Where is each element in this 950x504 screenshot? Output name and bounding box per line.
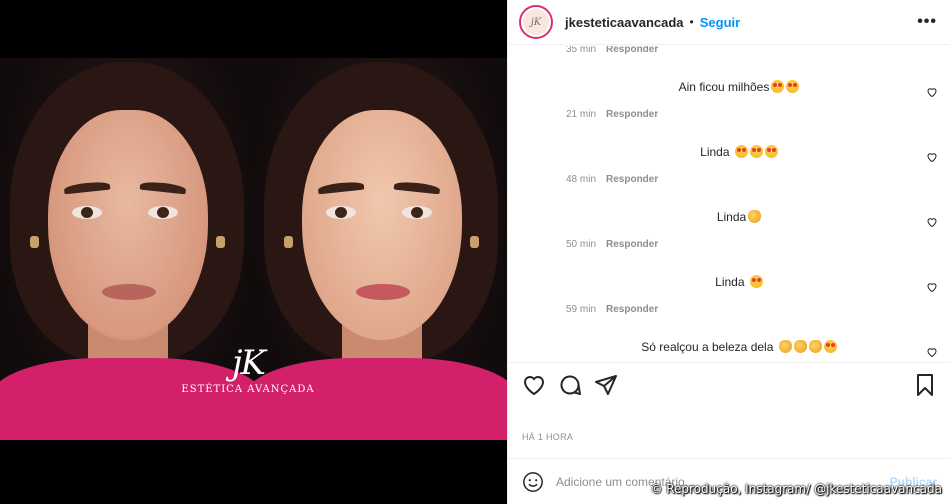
like-comment-heart-icon[interactable]	[926, 216, 938, 228]
logo-subtitle: ESTÉTICA AVANÇADA	[181, 384, 315, 395]
like-comment-heart-icon[interactable]	[926, 346, 938, 358]
comment-text: Linda	[564, 210, 914, 224]
comment-item: Linda 59 min Responder	[508, 269, 950, 334]
separator-dot: •	[689, 15, 694, 29]
comment-time: 50 min	[566, 239, 597, 250]
comment-item: Só realçou a beleza dela	[508, 334, 950, 361]
heart-icon[interactable]	[522, 373, 546, 397]
heart-eyes-emoji-icon	[786, 80, 800, 93]
comment-time: 21 min	[566, 109, 597, 120]
comment-meta: 59 min Responder	[566, 304, 658, 315]
heart-eyes-emoji-icon	[771, 80, 785, 93]
watermark-logo: jK ESTÉTICA AVANÇADA	[178, 344, 318, 408]
clap-emoji-icon	[808, 340, 822, 353]
avatar-logo: jK	[523, 9, 549, 35]
comment-meta: 50 min Responder	[566, 239, 658, 250]
heart-eyes-emoji-icon	[734, 145, 748, 158]
like-comment-heart-icon[interactable]	[926, 86, 938, 98]
heart-eyes-emoji-icon	[764, 145, 778, 158]
post-actions	[508, 362, 950, 406]
comment-item: Linda 48 min Responder	[508, 139, 950, 204]
like-comment-heart-icon[interactable]	[926, 281, 938, 293]
reply-button[interactable]: Responder	[606, 46, 658, 55]
comment-meta: 21 min Responder	[566, 109, 658, 120]
add-comment-bar: Publicar	[508, 458, 950, 504]
reply-button[interactable]: Responder	[606, 239, 658, 250]
post-timestamp[interactable]: HÁ 1 HORA	[522, 432, 573, 442]
heart-eyes-emoji-icon	[749, 145, 763, 158]
comment-item: Linda 50 min Responder	[508, 204, 950, 269]
username-link[interactable]: jkesteticaavancada	[565, 15, 684, 30]
comment-icon[interactable]	[558, 373, 582, 397]
comment-text: Linda	[564, 275, 914, 289]
reply-button[interactable]: Responder	[606, 109, 658, 120]
comment-meta: 48 min Responder	[566, 174, 658, 185]
comment-text: Só realçou a beleza dela	[564, 340, 914, 354]
comments-list[interactable]: 35 min Responder Ain ficou milhões 21 min…	[508, 46, 950, 361]
like-comment-heart-icon[interactable]	[926, 151, 938, 163]
image-credit: © Reprodução, Instagram/ @jkesteticaavan…	[650, 482, 942, 496]
clap-emoji-icon	[793, 340, 807, 353]
reply-button[interactable]: Responder	[606, 174, 658, 185]
post-header: jK jkesteticaavancada • Seguir •••	[508, 0, 950, 45]
follow-button[interactable]: Seguir	[700, 15, 740, 30]
comment-text: Linda	[564, 145, 914, 159]
comment-meta: 35 min Responder	[566, 46, 658, 55]
clap-emoji-icon	[778, 340, 792, 353]
bookmark-icon[interactable]	[913, 373, 937, 397]
comment-item: Ain ficou milhões 21 min Responder	[508, 74, 950, 139]
post-sidebar: jK jkesteticaavancada • Seguir ••• 35 mi…	[507, 0, 950, 504]
heart-eyes-emoji-icon	[749, 275, 763, 288]
clap-emoji-icon	[748, 210, 762, 223]
more-options-icon[interactable]: •••	[917, 13, 937, 31]
post-photo[interactable]: jK ESTÉTICA AVANÇADA	[0, 58, 507, 440]
post-media: jK ESTÉTICA AVANÇADA	[0, 0, 507, 504]
avatar[interactable]: jK	[519, 5, 553, 39]
comment-time: 35 min	[566, 46, 597, 55]
comment-time: 59 min	[566, 304, 597, 315]
heart-eyes-emoji-icon	[823, 340, 837, 353]
share-icon[interactable]	[594, 373, 618, 397]
emoji-picker-icon[interactable]	[522, 471, 544, 493]
comment-text: Ain ficou milhões	[564, 80, 914, 94]
reply-button[interactable]: Responder	[606, 304, 658, 315]
comment-time: 48 min	[566, 174, 597, 185]
logo-initials: jK	[232, 343, 266, 383]
